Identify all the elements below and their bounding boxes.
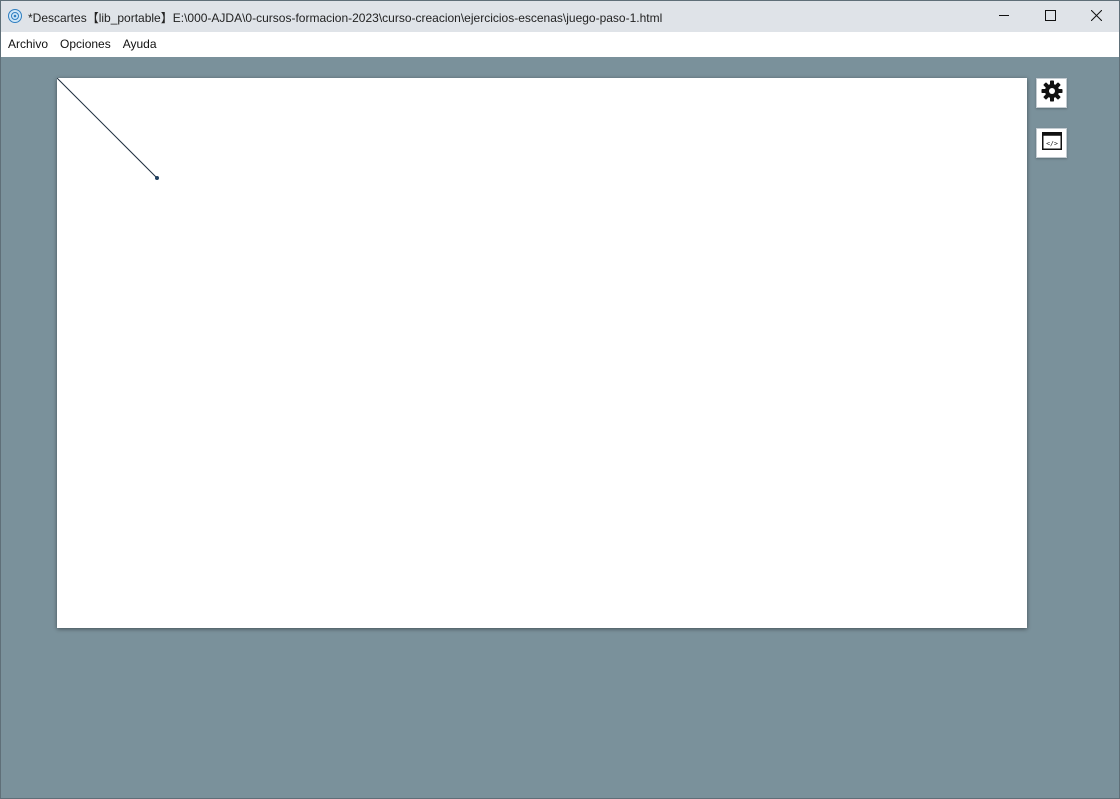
title-bar[interactable]: *Descartes【lib_portable】E:\000-AJDA\0-cu… (1, 1, 1119, 32)
svg-text:</>: </> (1046, 139, 1058, 147)
app-window: *Descartes【lib_portable】E:\000-AJDA\0-cu… (0, 0, 1120, 799)
maximize-icon (1044, 8, 1056, 26)
minimize-icon (998, 8, 1010, 26)
scene-segment (57, 78, 158, 179)
scene-graphics (57, 78, 159, 180)
window-title: *Descartes【lib_portable】E:\000-AJDA\0-cu… (28, 11, 663, 25)
scene-canvas[interactable] (57, 78, 1027, 628)
gear-icon (1041, 80, 1063, 107)
code-button[interactable]: </> (1036, 128, 1067, 158)
minimize-button[interactable] (981, 1, 1027, 32)
config-button[interactable] (1036, 78, 1067, 108)
maximize-button[interactable] (1027, 1, 1073, 32)
close-button[interactable] (1073, 1, 1119, 32)
code-window-icon: </> (1041, 131, 1062, 155)
descartes-app-icon (8, 9, 22, 23)
menu-archivo[interactable]: Archivo (2, 32, 54, 57)
menu-opciones[interactable]: Opciones (54, 32, 117, 57)
scene-point[interactable] (155, 176, 159, 180)
menu-ayuda[interactable]: Ayuda (117, 32, 163, 57)
menu-bar: Archivo Opciones Ayuda (1, 32, 1119, 57)
close-icon (1090, 8, 1102, 26)
